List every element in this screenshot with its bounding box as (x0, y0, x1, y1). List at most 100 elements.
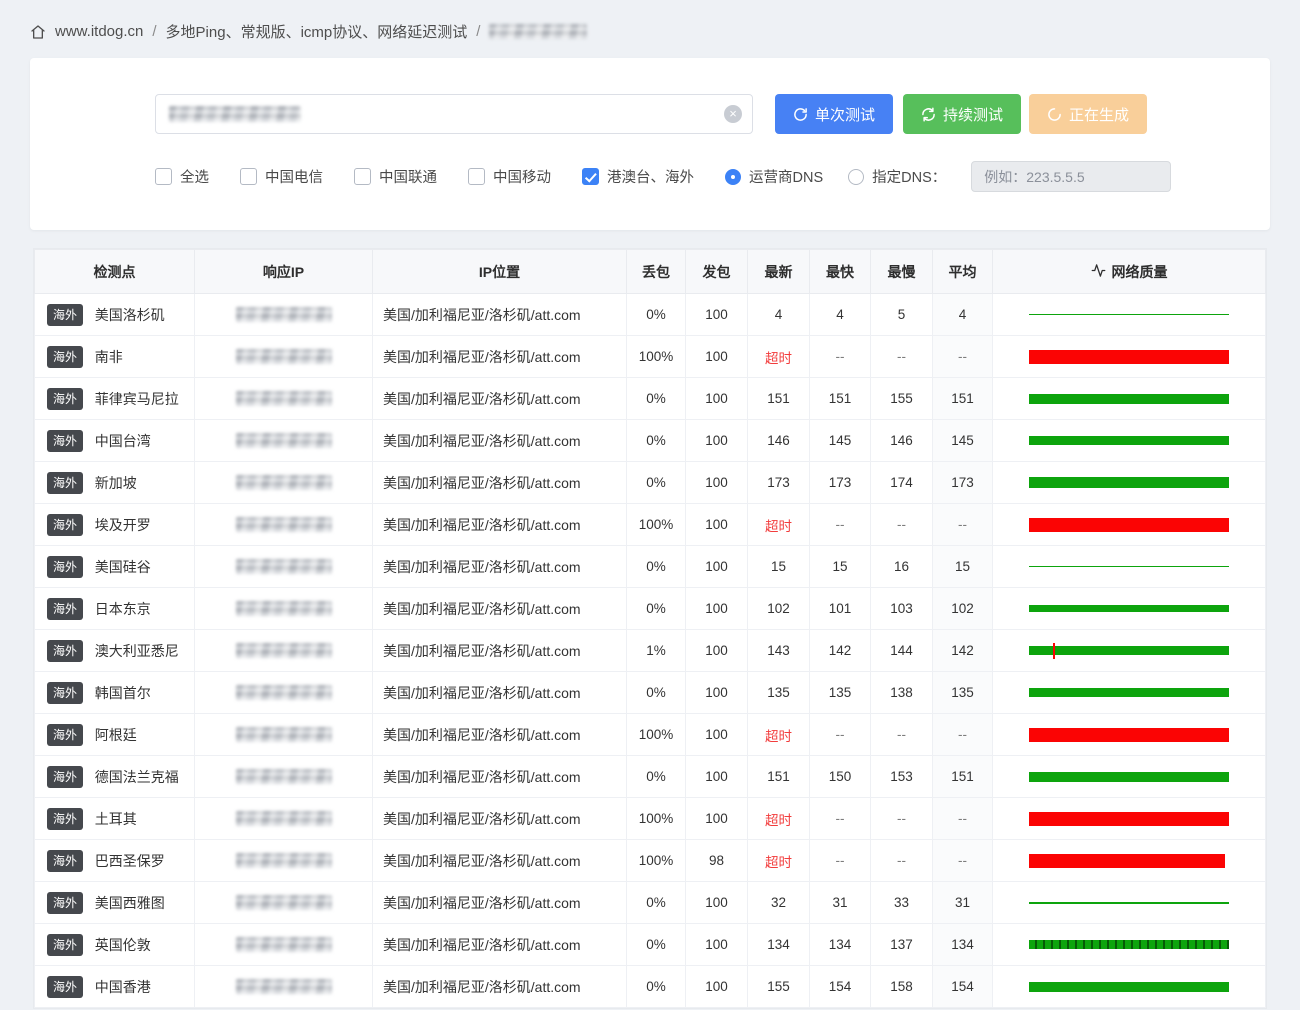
table-row: 海外 美国硅谷 美国/加利福尼亚/洛杉矶/att.com 0% 100 15 1… (34, 545, 1266, 588)
loss-value: 0% (626, 881, 686, 924)
redacted-ip (235, 937, 332, 953)
redacted-ip (235, 307, 332, 323)
breadcrumb-test-type[interactable]: 多地Ping、常规版、icmp协议、网络延迟测试 (166, 21, 468, 42)
custom-dns-input[interactable]: 例如：223.5.5.5 (971, 161, 1172, 192)
region-badge: 海外 (47, 765, 84, 788)
radio-carrier-dns[interactable]: 运营商DNS (725, 166, 823, 187)
generating-button: 正在生成 (1029, 94, 1148, 134)
latest-value: 151 (747, 755, 810, 798)
average-value: 151 (932, 755, 993, 798)
dns-placeholder: 例如：223.5.5.5 (984, 168, 1085, 185)
refresh-icon (793, 107, 808, 122)
radio-custom-dns[interactable]: 指定DNS： (848, 166, 946, 187)
node-cell: 海外 阿根廷 (34, 713, 195, 756)
checkbox-china-telecom[interactable]: 中国电信 (240, 166, 323, 187)
clear-input-icon[interactable]: × (724, 105, 742, 123)
response-ip-cell (194, 377, 373, 420)
breadcrumb: www.itdog.cn / 多地Ping、常规版、icmp协议、网络延迟测试 … (0, 0, 1300, 42)
quality-cell (992, 293, 1266, 336)
average-value: -- (932, 713, 993, 756)
quality-bar (1029, 517, 1229, 532)
quality-cell (992, 713, 1266, 756)
slowest-value: 138 (870, 671, 933, 714)
node-cell: 海外 德国法兰克福 (34, 755, 195, 798)
sent-value: 100 (685, 797, 748, 840)
table-row: 海外 阿根廷 美国/加利福尼亚/洛杉矶/att.com 100% 100 超时 … (34, 713, 1266, 756)
slowest-value: 137 (870, 923, 933, 966)
quality-sparkline (1029, 727, 1229, 743)
quality-cell (992, 419, 1266, 462)
quality-cell (992, 671, 1266, 714)
ip-location: 美国/加利福尼亚/洛杉矶/att.com (372, 461, 627, 504)
region-badge: 海外 (47, 513, 84, 536)
node-name: 澳大利亚悉尼 (94, 642, 179, 659)
loss-value: 0% (626, 587, 686, 630)
activity-icon (1091, 263, 1106, 281)
latest-value: 超时 (747, 335, 810, 378)
checkbox-overseas[interactable]: 港澳台、海外 (582, 166, 694, 187)
table-row: 海外 中国台湾 美国/加利福尼亚/洛杉矶/att.com 0% 100 146 … (34, 419, 1266, 462)
average-value: 102 (932, 587, 993, 630)
sent-value: 100 (685, 503, 748, 546)
breadcrumb-site[interactable]: www.itdog.cn (55, 23, 143, 40)
region-badge: 海外 (47, 639, 84, 662)
region-badge: 海外 (47, 933, 84, 956)
node-name: 土耳其 (94, 810, 137, 827)
latest-value: 146 (747, 419, 810, 462)
node-name: 菲律宾马尼拉 (94, 390, 179, 407)
quality-cell (992, 503, 1266, 546)
target-input[interactable]: × (155, 94, 753, 134)
quality-cell (992, 923, 1266, 966)
redacted-ip (235, 559, 332, 575)
loss-value: 100% (626, 839, 686, 882)
quality-sparkline (1029, 895, 1229, 911)
redacted-ip (235, 349, 332, 365)
redacted-ip (235, 811, 332, 827)
table-row: 海外 土耳其 美国/加利福尼亚/洛杉矶/att.com 100% 100 超时 … (34, 797, 1266, 840)
redacted-ip (235, 475, 332, 491)
average-value: -- (932, 335, 993, 378)
checkbox-china-unicom[interactable]: 中国联通 (354, 166, 437, 187)
quality-sparkline (1029, 391, 1229, 407)
loss-value: 0% (626, 419, 686, 462)
sent-value: 100 (685, 923, 748, 966)
node-cell: 海外 土耳其 (34, 797, 195, 840)
checkbox-box (582, 168, 599, 185)
redacted-ip (235, 643, 332, 659)
sent-value: 98 (685, 839, 748, 882)
node-name: 美国洛杉矶 (94, 306, 165, 323)
fastest-value: 154 (809, 965, 871, 1008)
single-test-button[interactable]: 单次测试 (775, 94, 894, 134)
slowest-value: -- (870, 503, 933, 546)
slowest-value: 103 (870, 587, 933, 630)
fastest-value: 150 (809, 755, 871, 798)
ip-location: 美国/加利福尼亚/洛杉矶/att.com (372, 419, 627, 462)
continuous-test-button[interactable]: 持续测试 (903, 94, 1022, 134)
quality-sparkline (1029, 307, 1229, 323)
region-badge: 海外 (47, 597, 84, 620)
redacted-ip (235, 895, 332, 911)
quality-cell (992, 839, 1266, 882)
node-cell: 海外 日本东京 (34, 587, 195, 630)
slowest-value: -- (870, 797, 933, 840)
redacted-ip (235, 727, 332, 743)
redacted-ip (235, 517, 332, 533)
ip-location: 美国/加利福尼亚/洛杉矶/att.com (372, 881, 627, 924)
home-icon[interactable] (30, 24, 46, 40)
checkbox-select-all[interactable]: 全选 (155, 166, 209, 187)
table-row: 海外 英国伦敦 美国/加利福尼亚/洛杉矶/att.com 0% 100 134 … (34, 923, 1266, 966)
response-ip-cell (194, 923, 373, 966)
slowest-value: -- (870, 335, 933, 378)
region-badge: 海外 (47, 387, 84, 410)
average-value: 15 (932, 545, 993, 588)
loss-value: 100% (626, 503, 686, 546)
checkbox-china-mobile[interactable]: 中国移动 (468, 166, 551, 187)
quality-bar (1029, 727, 1229, 742)
quality-cell (992, 965, 1266, 1008)
node-name: 中国台湾 (94, 432, 151, 449)
node-name: 新加坡 (94, 474, 137, 491)
region-badge: 海外 (47, 429, 84, 452)
spinner-icon (1047, 107, 1062, 122)
node-name: 英国伦敦 (94, 936, 151, 953)
quality-sparkline (1029, 433, 1229, 449)
